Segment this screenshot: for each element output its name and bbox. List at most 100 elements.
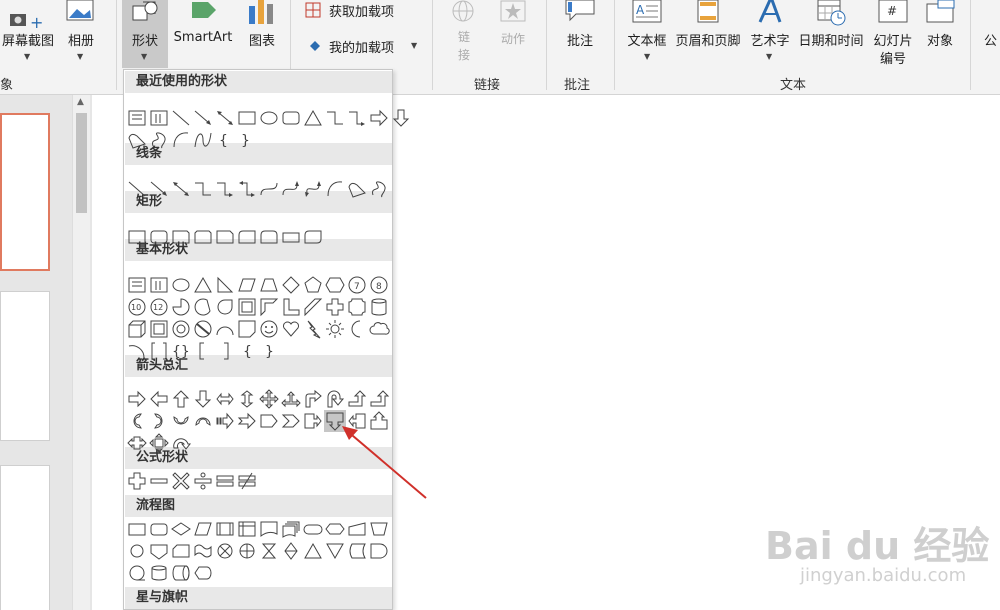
shape-notched-icon[interactable] (236, 410, 258, 432)
shape-txt-icon[interactable] (126, 107, 148, 129)
shape-plus-icon[interactable] (126, 470, 148, 492)
shape-txt-icon[interactable] (126, 274, 148, 296)
shape-cal4-icon[interactable] (148, 432, 170, 454)
shape-lup-icon[interactable] (346, 388, 368, 410)
shape-vtxt-icon[interactable] (148, 274, 170, 296)
shape-fManOp-icon[interactable] (368, 518, 390, 540)
shape-freeform-icon[interactable] (346, 178, 368, 200)
shape-fMulti-icon[interactable] (280, 518, 302, 540)
shape-rect-icon[interactable] (126, 226, 148, 248)
shape-hex-icon[interactable] (324, 274, 346, 296)
shape-arc2-icon[interactable] (324, 178, 346, 200)
shape-fSum-icon[interactable] (214, 540, 236, 562)
shape-freeform-icon[interactable] (126, 129, 148, 151)
shape-num10-icon[interactable]: 10 (126, 296, 148, 318)
shape-chev-icon[interactable] (280, 410, 302, 432)
shape-elbow-icon[interactable] (324, 107, 346, 129)
textbox-button[interactable]: A 文本框 ▼ (622, 0, 672, 68)
shape-fDisp-icon[interactable] (192, 562, 214, 584)
shape-dia-icon[interactable] (280, 274, 302, 296)
shape-aL-icon[interactable] (148, 388, 170, 410)
shape-donut-icon[interactable] (170, 318, 192, 340)
scrollbar-thumb[interactable] (76, 113, 87, 213)
shape-uturn-icon[interactable] (324, 388, 346, 410)
shape-lbrk-icon[interactable] (192, 340, 214, 362)
shape-aR-icon[interactable] (368, 107, 390, 129)
shape-frame-icon[interactable] (236, 296, 258, 318)
shape-trap-icon[interactable] (258, 274, 280, 296)
shape-wave-icon[interactable] (192, 129, 214, 151)
shape-brL-icon[interactable]: { (214, 129, 236, 151)
shape-rs4-icon[interactable] (280, 226, 302, 248)
shape-fDelay-icon[interactable] (368, 540, 390, 562)
shape-elbow-icon[interactable] (192, 178, 214, 200)
slide-thumbnail[interactable] (0, 291, 50, 441)
shape-L-icon[interactable] (280, 296, 302, 318)
shape-num7-icon[interactable]: 7 (346, 274, 368, 296)
shape-striped-icon[interactable] (214, 410, 236, 432)
shape-sun-icon[interactable] (324, 318, 346, 340)
header-footer-button[interactable]: 页眉和页脚 (672, 0, 744, 68)
shape-fPrep-icon[interactable] (324, 518, 346, 540)
shape-scribble-icon[interactable] (368, 178, 390, 200)
shape-fDirect-icon[interactable] (170, 562, 192, 584)
smartart-button[interactable]: SmartArt (170, 0, 236, 68)
shape-arc-icon[interactable] (214, 318, 236, 340)
shape-bolt-icon[interactable] (302, 318, 324, 340)
shape-rrect-icon[interactable] (148, 226, 170, 248)
shape-fPro-icon[interactable] (126, 518, 148, 540)
equation-button[interactable]: 公 (984, 0, 1000, 68)
shape-dbrc-icon[interactable]: {} (170, 340, 192, 362)
shape-eq-icon[interactable] (214, 470, 236, 492)
shape-curveD-icon[interactable] (302, 178, 324, 200)
shape-arc2-icon[interactable] (170, 129, 192, 151)
shape-calR-icon[interactable] (302, 410, 324, 432)
shapes-button[interactable]: 形状 ▼ (122, 0, 168, 68)
shape-fold-icon[interactable] (236, 318, 258, 340)
shape-rect-icon[interactable] (236, 107, 258, 129)
shape-sn3-icon[interactable] (214, 226, 236, 248)
shape-fTape-icon[interactable] (192, 540, 214, 562)
slide-number-button[interactable]: # 幻灯片 编号 (868, 0, 918, 68)
shape-scribble-icon[interactable] (148, 129, 170, 151)
shape-plaque-icon[interactable] (346, 296, 368, 318)
shape-tri-icon[interactable] (192, 274, 214, 296)
shape-arrowline-icon[interactable] (192, 107, 214, 129)
shape-cU-icon[interactable] (170, 410, 192, 432)
shape-fTerm-icon[interactable] (302, 518, 324, 540)
shape-rtri-icon[interactable] (214, 274, 236, 296)
shape-circA-icon[interactable] (170, 432, 192, 454)
shape-vtxt-icon[interactable] (148, 107, 170, 129)
shape-curveA-icon[interactable] (280, 178, 302, 200)
shape-neq-icon[interactable] (236, 470, 258, 492)
shape-calLR-icon[interactable] (126, 432, 148, 454)
shape-minus-icon[interactable] (148, 470, 170, 492)
shape-rbrc-icon[interactable]: } (258, 340, 280, 362)
shape-fMerge-icon[interactable] (324, 540, 346, 562)
shape-oval-icon[interactable] (170, 274, 192, 296)
shape-num12-icon[interactable]: 12 (148, 296, 170, 318)
shape-fPre-icon[interactable] (214, 518, 236, 540)
shape-rs2-icon[interactable] (258, 226, 280, 248)
shape-fSeq-icon[interactable] (126, 562, 148, 584)
shape-fCard-icon[interactable] (170, 540, 192, 562)
shape-num8-icon[interactable]: 8 (368, 274, 390, 296)
shape-aLR-icon[interactable] (214, 388, 236, 410)
shape-pie-icon[interactable] (170, 296, 192, 318)
photo-album-button[interactable]: 相册 ▼ (60, 0, 102, 70)
shape-line-icon[interactable] (170, 107, 192, 129)
shape-fMan-icon[interactable] (346, 518, 368, 540)
date-time-button[interactable]: 日期和时间 (794, 0, 868, 68)
shape-aD-icon[interactable] (390, 107, 412, 129)
shape-fData-icon[interactable] (192, 518, 214, 540)
shape-dbrk-icon[interactable] (148, 340, 170, 362)
shape-mult-icon[interactable] (170, 470, 192, 492)
shape-aUD-icon[interactable] (236, 388, 258, 410)
shape-rrect-icon[interactable] (280, 107, 302, 129)
shape-sn1-icon[interactable] (170, 226, 192, 248)
shape-fConn-icon[interactable] (126, 540, 148, 562)
shape-elbowD-icon[interactable] (236, 178, 258, 200)
wordart-button[interactable]: 艺术字 ▼ (746, 0, 794, 68)
shape-sn2-icon[interactable] (192, 226, 214, 248)
shape-arrowline-icon[interactable] (148, 178, 170, 200)
